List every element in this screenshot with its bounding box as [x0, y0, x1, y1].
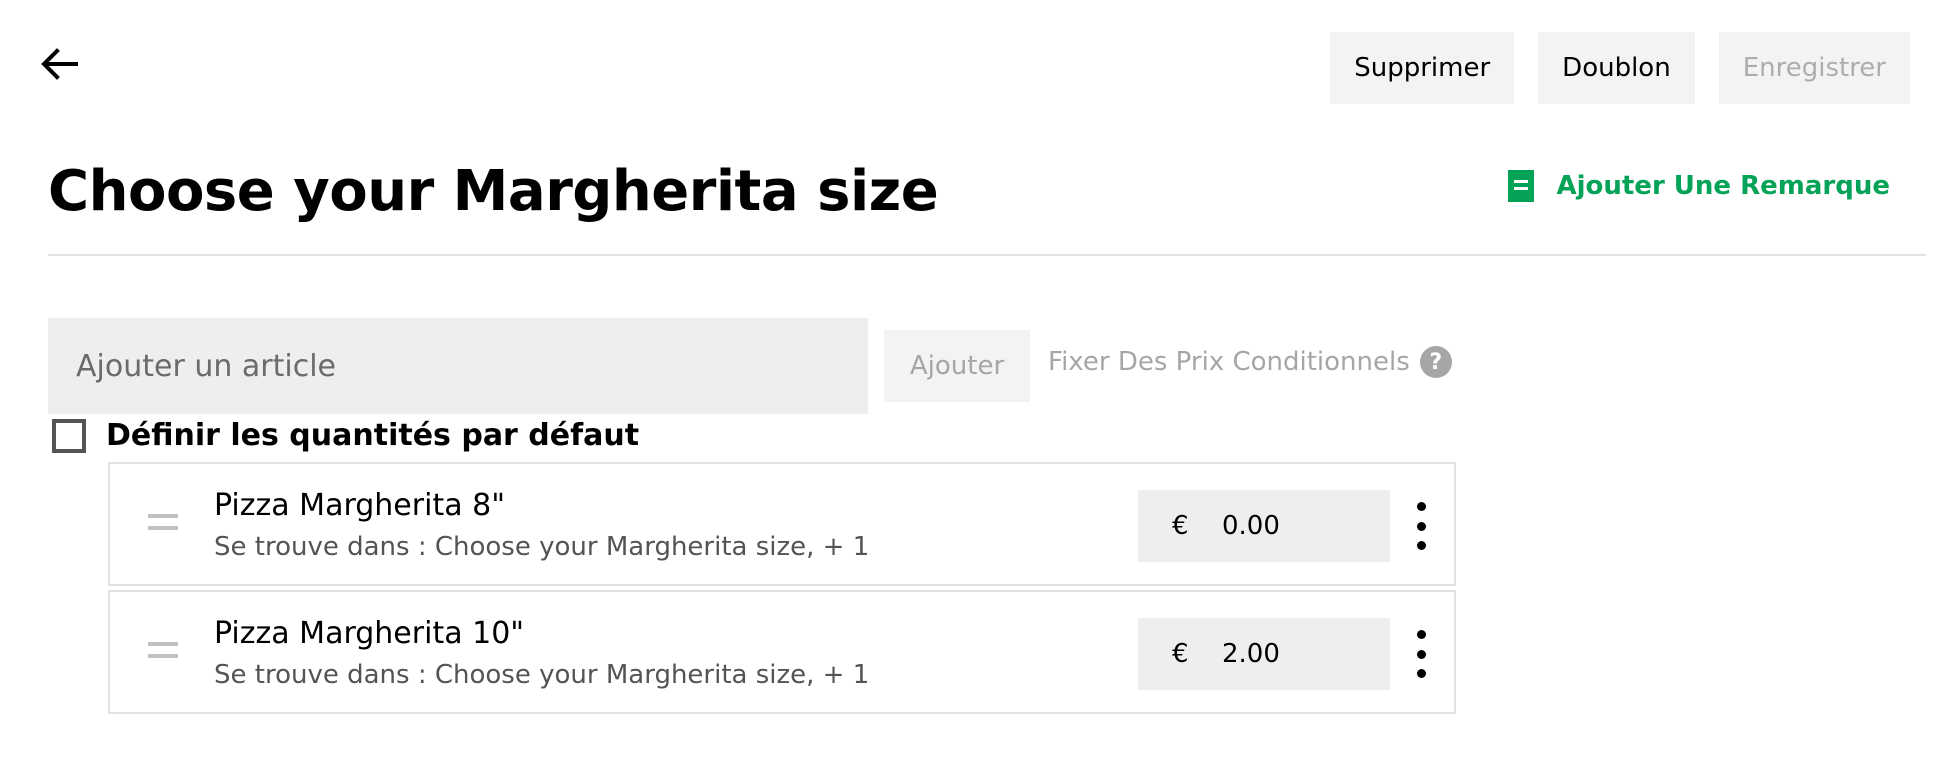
list-item: Pizza Margherita 8" Se trouve dans : Cho…: [108, 462, 1456, 586]
add-note-label: Ajouter Une Remarque: [1556, 171, 1890, 201]
more-options-icon[interactable]: [1406, 630, 1436, 678]
default-quantities-checkbox[interactable]: [52, 418, 86, 453]
back-button[interactable]: [40, 40, 96, 88]
top-actions: Supprimer Doublon Enregistrer: [1330, 32, 1910, 104]
note-icon: [1508, 170, 1535, 202]
default-quantities-toggle[interactable]: Définir les quantités par défaut: [52, 418, 639, 453]
more-options-icon[interactable]: [1406, 502, 1436, 550]
list-item: Pizza Margherita 10" Se trouve dans : Ch…: [108, 590, 1456, 714]
price-input[interactable]: € 2.00: [1138, 618, 1390, 690]
conditional-prices-link[interactable]: Fixer Des Prix Conditionnels ?: [1048, 346, 1452, 378]
drag-handle-icon[interactable]: [148, 514, 178, 536]
item-location: Se trouve dans : Choose your Margherita …: [214, 532, 870, 562]
item-name: Pizza Margherita 10": [214, 616, 525, 651]
drag-handle-icon[interactable]: [148, 642, 178, 664]
delete-button[interactable]: Supprimer: [1330, 32, 1515, 104]
add-note-button[interactable]: Ajouter Une Remarque: [1508, 170, 1890, 202]
item-name: Pizza Margherita 8": [214, 488, 506, 523]
price-input[interactable]: € 0.00: [1138, 490, 1390, 562]
save-button[interactable]: Enregistrer: [1718, 32, 1910, 104]
title-divider: [48, 254, 1926, 256]
currency-symbol: €: [1172, 511, 1189, 541]
default-quantities-label: Définir les quantités par défaut: [106, 418, 640, 453]
duplicate-button[interactable]: Doublon: [1538, 32, 1695, 104]
conditional-prices-label: Fixer Des Prix Conditionnels: [1048, 347, 1410, 377]
add-item-button[interactable]: Ajouter: [884, 330, 1030, 402]
currency-symbol: €: [1172, 639, 1189, 669]
question-circle-icon[interactable]: ?: [1419, 346, 1452, 378]
price-value[interactable]: 0.00: [1222, 511, 1280, 541]
add-item-input[interactable]: [48, 318, 868, 414]
items-list: Pizza Margherita 8" Se trouve dans : Cho…: [108, 462, 1456, 718]
price-value[interactable]: 2.00: [1222, 639, 1280, 669]
page-title: Choose your Margherita size: [48, 159, 939, 224]
arrow-left-icon: [41, 48, 78, 80]
item-location: Se trouve dans : Choose your Margherita …: [214, 660, 870, 690]
